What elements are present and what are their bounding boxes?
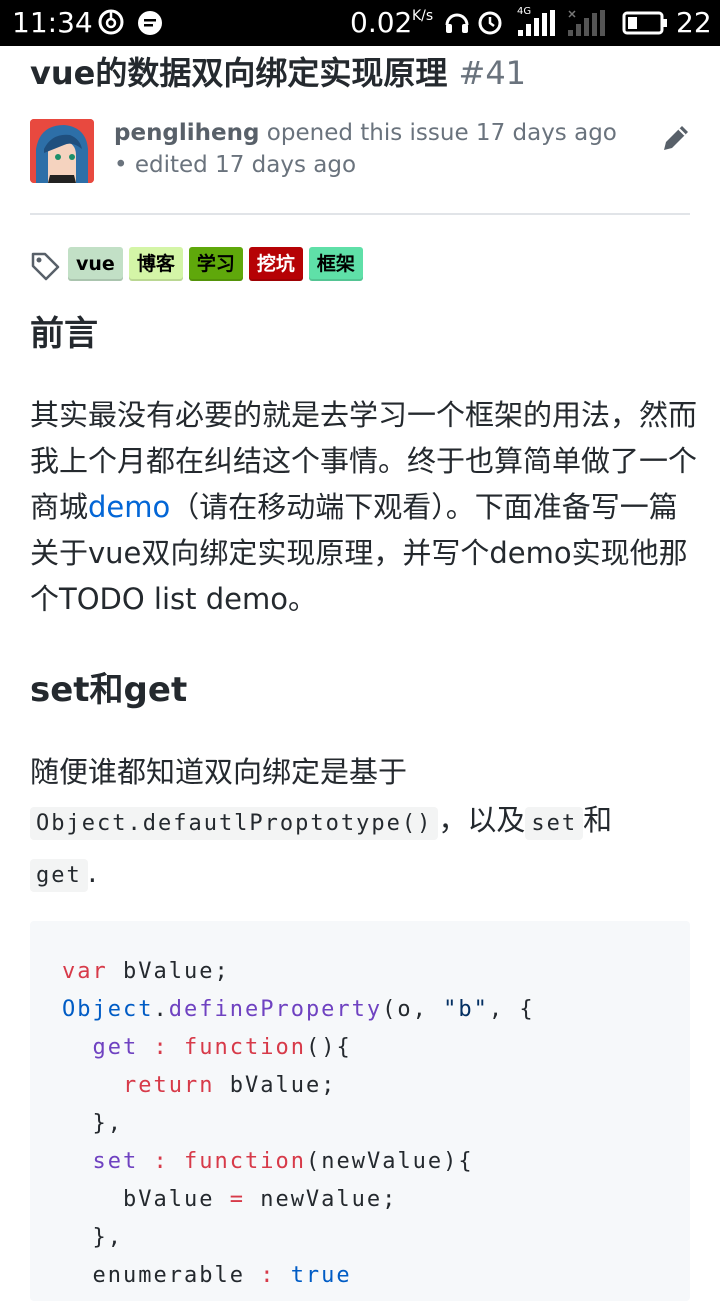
signal-empty-icon — [568, 10, 605, 36]
code-line: }, — [62, 1111, 123, 1136]
paragraph-set-get: 随便谁都知道双向绑定是基于 Object.defautlProptotype()，… — [30, 748, 700, 900]
issue-title-text: vue的数据双向绑定实现原理 — [30, 54, 448, 92]
code-content: var bValue; Object.defineProperty(o, "b"… — [62, 953, 535, 1295]
paragraph-text: ，以及 — [438, 803, 526, 837]
avatar-image — [30, 119, 94, 183]
code-line: get : function(){ — [92, 1035, 352, 1060]
paragraph-preface: 其实最没有必要的就是去学习一个框架的用法，然而我上个月都在纠结这个事情。终于也算… — [30, 392, 700, 622]
headphone-icon — [445, 13, 469, 33]
message-icon — [138, 11, 162, 35]
status-bar: 11:34 0.02 K/s 4G 22 — [0, 0, 720, 46]
tag-icon — [31, 252, 60, 281]
issue-meta: pengliheng opened this issue 17 days ago… — [114, 117, 634, 181]
inline-code: get — [30, 859, 88, 892]
pencil-icon[interactable] — [660, 122, 692, 154]
status-time: 11:34 — [12, 6, 93, 39]
network-speed-unit: K/s — [412, 8, 434, 24]
issue-number: #41 — [458, 54, 527, 92]
battery-level: 22 — [676, 6, 712, 39]
code-line: var bValue; — [62, 959, 230, 984]
paragraph-text: 和 — [583, 803, 613, 837]
netease-music-icon — [98, 9, 124, 35]
paragraph-text: 随便谁都知道双向绑定是基于 — [30, 755, 408, 789]
signal-icon — [518, 10, 555, 36]
alarm-icon — [478, 11, 502, 35]
code-line: }, — [62, 1225, 123, 1250]
inline-code: set — [525, 807, 584, 840]
demo-link[interactable]: demo — [88, 490, 170, 524]
avatar[interactable] — [30, 119, 94, 183]
paragraph-text: . — [87, 855, 97, 889]
label-0[interactable]: vue — [68, 247, 123, 281]
heading-set-get: set和get — [30, 670, 188, 710]
battery-icon — [622, 11, 667, 35]
label-3[interactable]: 挖坑 — [248, 247, 303, 281]
issue-title: vue的数据双向绑定实现原理 #41 — [30, 50, 700, 96]
heading-preface: 前言 — [30, 314, 98, 354]
network-speed: 0.02 — [350, 6, 413, 39]
code-block: var bValue; Object.defineProperty(o, "b"… — [30, 921, 690, 1301]
author-link[interactable]: pengliheng — [114, 120, 259, 146]
code-line: enumerable : true — [62, 1263, 352, 1288]
label-1[interactable]: 博客 — [128, 247, 183, 281]
label-4[interactable]: 框架 — [308, 247, 363, 281]
divider — [30, 213, 690, 215]
issue-labels: vue 博客 学习 挖坑 框架 — [68, 247, 363, 281]
code-line: Object.defineProperty(o, "b", { — [62, 997, 535, 1022]
code-line: return bValue; — [122, 1073, 337, 1098]
code-line: set : function(newValue){ — [92, 1149, 474, 1174]
code-line: bValue = newValue; — [62, 1187, 398, 1212]
label-2[interactable]: 学习 — [188, 247, 243, 281]
inline-code: Object.defautlProptotype() — [30, 807, 439, 840]
